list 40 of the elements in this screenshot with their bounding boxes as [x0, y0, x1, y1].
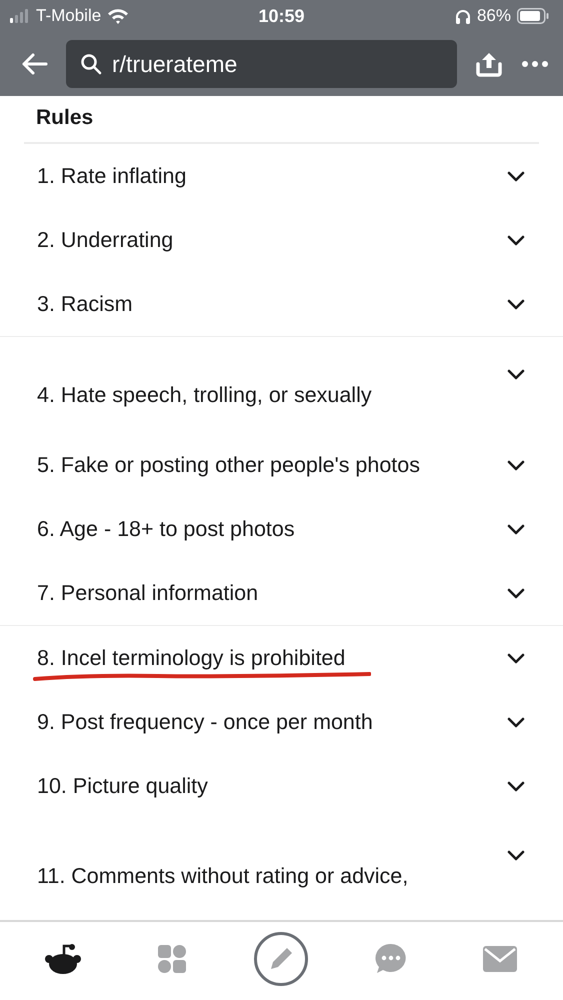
chevron-down-icon — [507, 716, 525, 728]
chevron-down-icon — [507, 369, 525, 380]
pencil-icon — [253, 931, 310, 987]
headphones-icon — [454, 8, 471, 24]
clock-time: 10:59 — [258, 6, 305, 26]
more-icon — [521, 60, 549, 68]
battery-percent: 86% — [476, 6, 511, 26]
rule-item[interactable]: 7. Personal information — [0, 561, 563, 625]
chevron-down-icon — [507, 850, 525, 861]
rule-item[interactable]: 4. Hate speech, trolling, or sexually — [0, 337, 563, 433]
rule-item[interactable]: 11. Comments without rating or advice, — [0, 818, 563, 914]
chevron-down-icon — [507, 524, 525, 534]
chevron-down-icon — [507, 234, 525, 246]
battery-icon — [517, 8, 549, 24]
rule-item[interactable]: 10. Picture quality — [0, 754, 563, 818]
section-title: Rules — [36, 106, 94, 130]
grid-icon — [157, 944, 188, 974]
rule-item[interactable]: 9. Post frequency - once per month — [0, 690, 563, 754]
search-field[interactable]: r/truerateme — [66, 40, 457, 88]
envelope-icon — [483, 946, 518, 972]
rule-item[interactable]: 3. Racism — [0, 272, 563, 336]
rule-item[interactable]: 6. Age - 18+ to post photos — [0, 497, 563, 561]
rule-item[interactable]: 5. Fake or posting other people's photos — [0, 433, 563, 497]
wifi-icon — [107, 8, 130, 24]
chat-bubble-icon — [374, 943, 407, 975]
rule-item[interactable]: 8. Incel terminology is prohibited — [0, 626, 563, 690]
chevron-down-icon — [507, 460, 525, 470]
chevron-down-icon — [507, 170, 525, 182]
share-icon — [475, 50, 503, 78]
rule-item[interactable]: 2. Underrating — [0, 208, 563, 272]
back-arrow-icon — [20, 52, 48, 76]
alien-mascot-icon — [44, 943, 82, 975]
chevron-down-icon — [507, 652, 525, 664]
search-icon — [80, 53, 102, 75]
signal-icon — [10, 9, 30, 23]
rule-item[interactable]: 1. Rate inflating — [0, 144, 563, 208]
carrier-name: T-Mobile — [36, 6, 102, 26]
chevron-down-icon — [507, 298, 525, 310]
chevron-down-icon — [507, 588, 525, 598]
chevron-down-icon — [507, 780, 525, 792]
